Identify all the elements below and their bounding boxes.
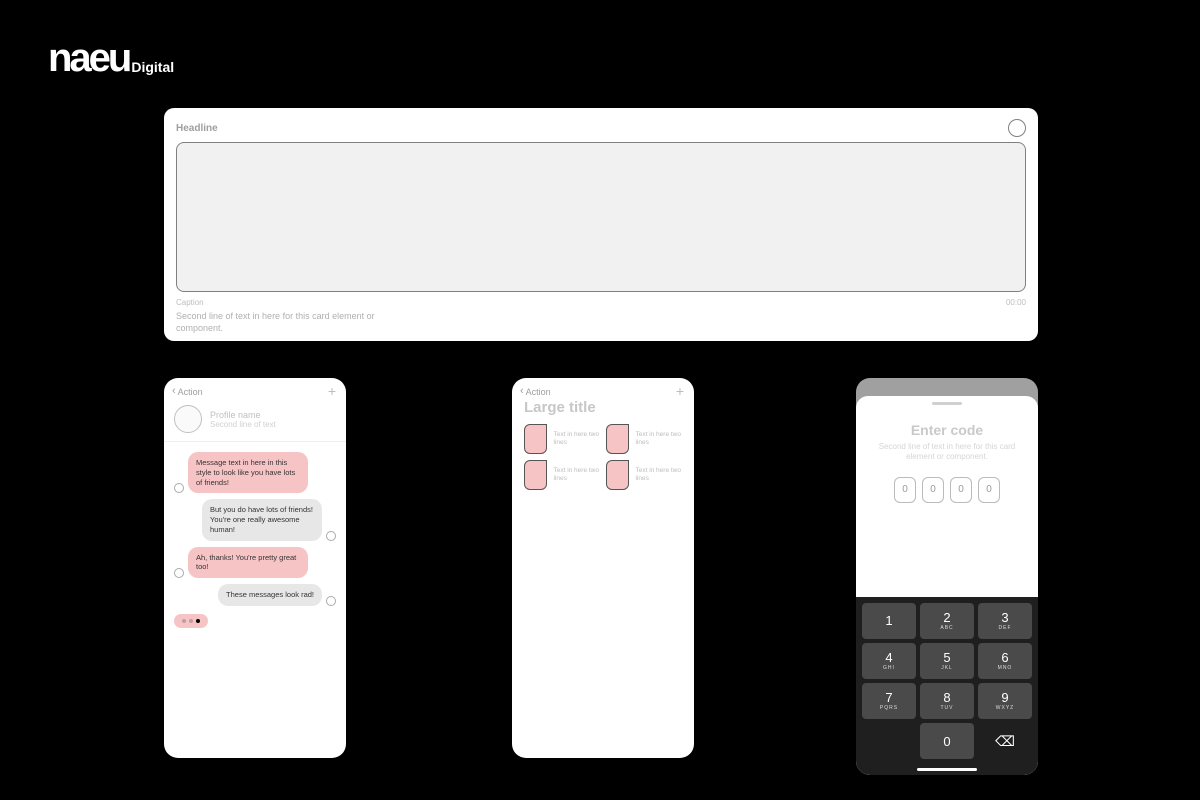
- profile-name: Profile name: [210, 410, 276, 420]
- add-button[interactable]: +: [328, 388, 336, 395]
- card-timestamp: 00:00: [1006, 298, 1026, 307]
- keypad-key-7[interactable]: 7PQRS: [862, 683, 916, 719]
- profile-header[interactable]: Profile name Second line of text: [164, 405, 346, 442]
- logo-suffix: Digital: [131, 59, 174, 75]
- code-digit[interactable]: 0: [978, 477, 1000, 503]
- message-bubble: These messages look rad!: [218, 584, 322, 606]
- keypad-delete[interactable]: ⌫: [978, 723, 1032, 759]
- large-title: Large title: [512, 399, 694, 424]
- avatar-dot-icon: [174, 483, 184, 493]
- bottom-sheet: Enter code Second line of text in here f…: [856, 396, 1038, 775]
- keypad-key-1[interactable]: 1: [862, 603, 916, 639]
- brand-logo: naeu Digital: [48, 38, 180, 78]
- phone-chat: ‹ Action + Profile name Second line of t…: [164, 378, 346, 758]
- message-bubble: But you do have lots of friends! You're …: [202, 499, 322, 540]
- keypad-key-3[interactable]: 3DEF: [978, 603, 1032, 639]
- keypad-key-5[interactable]: 5JKL: [920, 643, 974, 679]
- message-bubble: Ah, thanks! You're pretty great too!: [188, 547, 308, 579]
- tile-thumb: [524, 424, 547, 454]
- backspace-icon: ⌫: [995, 733, 1015, 750]
- message-list: Message text in here in this style to lo…: [164, 442, 346, 638]
- keypad-key-0[interactable]: 0: [920, 723, 974, 759]
- profile-sub: Second line of text: [210, 420, 276, 429]
- back-label: Action: [526, 387, 551, 397]
- chevron-left-icon: ‹: [172, 386, 176, 397]
- tile-thumb: [606, 424, 629, 454]
- chevron-left-icon: ‹: [520, 386, 524, 397]
- avatar-dot-icon: [174, 568, 184, 578]
- tile-item[interactable]: Text in here two lines: [606, 460, 682, 490]
- logo-mark-icon: [174, 64, 180, 70]
- keypad-key-8[interactable]: 8TUV: [920, 683, 974, 719]
- home-indicator[interactable]: [917, 768, 977, 771]
- card-caption: Caption: [176, 298, 204, 307]
- tile-text: Text in here two lines: [553, 467, 600, 483]
- avatar-dot-icon: [326, 596, 336, 606]
- keypad-key-9[interactable]: 9WXYZ: [978, 683, 1032, 719]
- sheet-grabber[interactable]: [932, 402, 962, 405]
- message-row: But you do have lots of friends! You're …: [174, 499, 336, 540]
- message-row: Ah, thanks! You're pretty great too!: [174, 547, 336, 579]
- tile-grid: Text in here two lines Text in here two …: [512, 424, 694, 490]
- avatar-dot-icon: [326, 531, 336, 541]
- code-digit[interactable]: 0: [950, 477, 972, 503]
- tile-text: Text in here two lines: [635, 431, 682, 447]
- code-digit[interactable]: 0: [922, 477, 944, 503]
- tile-thumb: [524, 460, 547, 490]
- avatar: [174, 405, 202, 433]
- tile-thumb: [606, 460, 629, 490]
- tile-text: Text in here two lines: [635, 467, 682, 483]
- circle-icon[interactable]: [1008, 119, 1026, 137]
- back-button[interactable]: ‹ Action: [172, 386, 203, 397]
- card-subtitle: Second line of text in here for this car…: [176, 311, 376, 334]
- code-subtitle: Second line of text in here for this car…: [868, 442, 1026, 463]
- phone-grid: ‹ Action + Large title Text in here two …: [512, 378, 694, 758]
- card-headline: Headline: [176, 123, 218, 134]
- keypad-key-4[interactable]: 4GHI: [862, 643, 916, 679]
- tile-item[interactable]: Text in here two lines: [606, 424, 682, 454]
- code-input-group: 0 0 0 0: [868, 477, 1026, 503]
- logo-text: naeu: [48, 38, 129, 78]
- tile-text: Text in here two lines: [553, 431, 600, 447]
- add-button[interactable]: +: [676, 388, 684, 395]
- keypad-blank: [862, 723, 916, 759]
- typing-indicator: [174, 614, 208, 628]
- keypad-key-2[interactable]: 2ABC: [920, 603, 974, 639]
- numeric-keypad: 1 2ABC 3DEF 4GHI 5JKL 6MNO 7PQRS 8TUV 9W…: [856, 597, 1038, 775]
- card-media-placeholder: [176, 142, 1026, 292]
- tile-item[interactable]: Text in here two lines: [524, 460, 600, 490]
- back-label: Action: [178, 387, 203, 397]
- phone-code: Enter code Second line of text in here f…: [856, 378, 1038, 775]
- wireframe-card: Headline Caption 00:00 Second line of te…: [164, 108, 1038, 341]
- message-bubble: Message text in here in this style to lo…: [188, 452, 308, 493]
- keypad-key-6[interactable]: 6MNO: [978, 643, 1032, 679]
- code-title: Enter code: [868, 422, 1026, 438]
- message-row: Message text in here in this style to lo…: [174, 452, 336, 493]
- tile-item[interactable]: Text in here two lines: [524, 424, 600, 454]
- message-row: These messages look rad!: [174, 584, 336, 606]
- code-digit[interactable]: 0: [894, 477, 916, 503]
- back-button[interactable]: ‹ Action: [520, 386, 551, 397]
